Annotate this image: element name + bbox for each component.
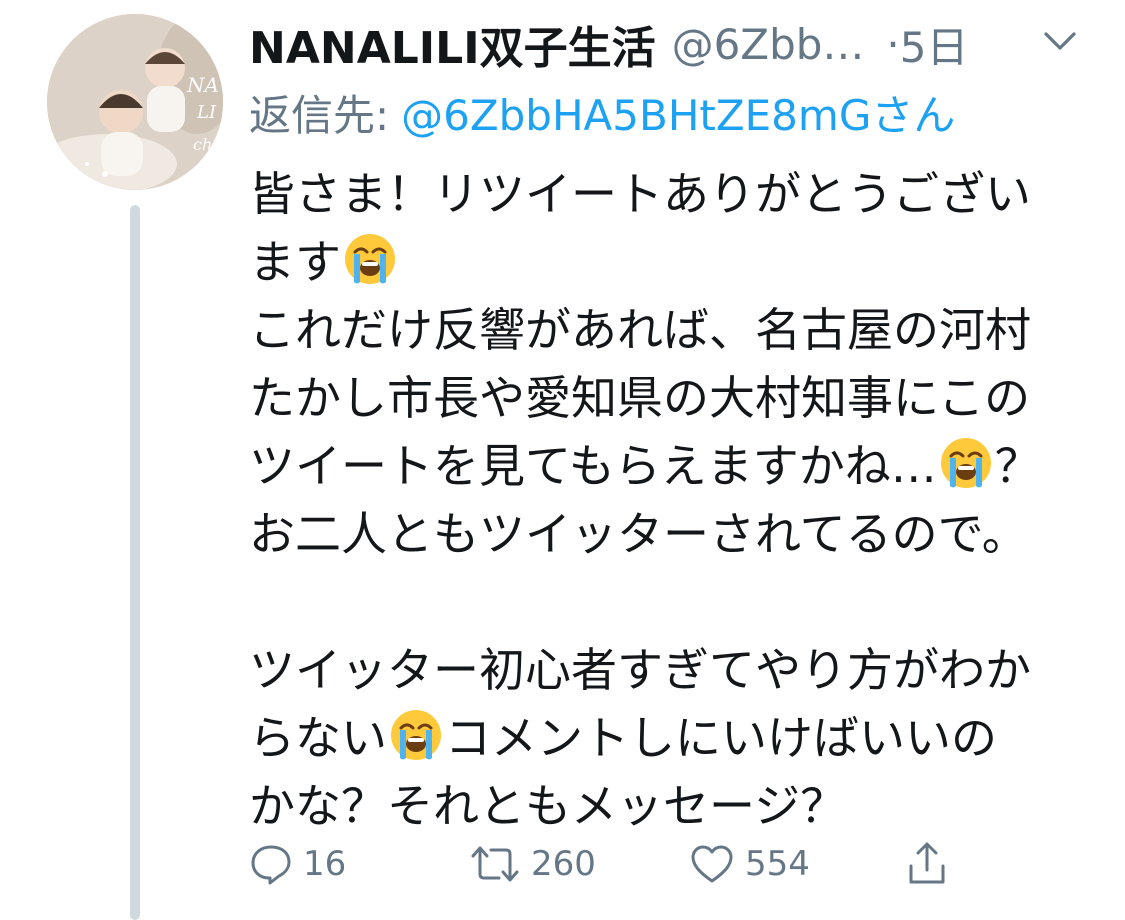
avatar-photo: NA LI ch bbox=[47, 14, 223, 190]
reply-prefix: 返信先: bbox=[249, 90, 390, 140]
tweet-text-fragment: ツイートを見てもらえますかね… bbox=[249, 439, 937, 493]
tweet-actions: 16 260 554 bbox=[249, 836, 989, 892]
share-button[interactable] bbox=[905, 836, 949, 892]
tweet-text-fragment: ます bbox=[249, 235, 341, 289]
retweet-count: 260 bbox=[531, 844, 596, 884]
display-name[interactable]: NANALILI双子生活 bbox=[249, 12, 656, 76]
reply-count: 16 bbox=[303, 844, 347, 884]
reply-to-line: 返信先: @6ZbbHA5BHtZE8mGさん bbox=[249, 82, 955, 142]
timestamp[interactable]: 5日 bbox=[900, 14, 969, 75]
heart-icon bbox=[691, 845, 733, 883]
tweet-text-fragment: らない bbox=[249, 711, 387, 765]
like-button[interactable]: 554 bbox=[689, 836, 810, 892]
tweet-text-line: ます bbox=[249, 228, 1079, 296]
tweet-text-line: これだけ反響があれば、名古屋の河村 bbox=[249, 303, 1031, 357]
retweet-button[interactable]: 260 bbox=[469, 836, 596, 892]
tweet-header: NANALILI双子生活 @6Zbb… · 5日 bbox=[249, 12, 969, 76]
tweet[interactable]: NA LI ch NANALILI双子生活 @6Zbb… · 5日 返信先: @… bbox=[0, 0, 1125, 920]
tweet-text-line: 皆さま！リツイートありがとうござい bbox=[249, 167, 1031, 221]
speech-bubble-icon bbox=[251, 845, 291, 885]
chevron-down-icon[interactable] bbox=[1040, 26, 1080, 56]
tweet-text-line: お二人ともツイッターされてるので。 bbox=[249, 507, 1028, 561]
tweet-text: 皆さま！リツイートありがとうござい ます これだけ反響があれば、名古屋の河村 た… bbox=[249, 160, 1079, 840]
loudly-crying-face-icon bbox=[940, 438, 991, 488]
tweet-text-line: ツイートを見てもらえますかね… ？ bbox=[249, 432, 1079, 500]
avatar[interactable]: NA LI ch bbox=[47, 14, 223, 190]
tweet-text-line: たかし市長や愛知県の大村知事にこの bbox=[249, 371, 1031, 425]
thread-line bbox=[130, 205, 140, 920]
svg-text:NA: NA bbox=[186, 73, 219, 97]
reply-button[interactable]: 16 bbox=[249, 836, 346, 892]
loudly-crying-face-icon bbox=[345, 234, 395, 284]
svg-text:LI: LI bbox=[196, 102, 217, 123]
separator-dot: · bbox=[886, 19, 900, 69]
tweet-text-line: かな？それともメッセージ？ bbox=[249, 779, 847, 833]
like-count: 554 bbox=[745, 844, 810, 884]
tweet-text-fragment: ？ bbox=[994, 439, 1041, 493]
retweet-icon bbox=[471, 846, 519, 882]
share-icon bbox=[909, 842, 945, 884]
svg-text:ch: ch bbox=[193, 135, 212, 154]
user-handle[interactable]: @6Zbb… bbox=[672, 20, 865, 69]
tweet-text-line: らない コメントしにいけばいいの bbox=[249, 704, 1079, 772]
tweet-text-line: ツイッター初心者すぎてやり方がわか bbox=[249, 643, 1031, 697]
loudly-crying-face-icon bbox=[391, 710, 441, 760]
reply-to-handle[interactable]: @6ZbbHA5BHtZE8mGさん bbox=[401, 82, 955, 143]
tweet-text-fragment: コメントしにいけばいいの bbox=[445, 711, 997, 765]
